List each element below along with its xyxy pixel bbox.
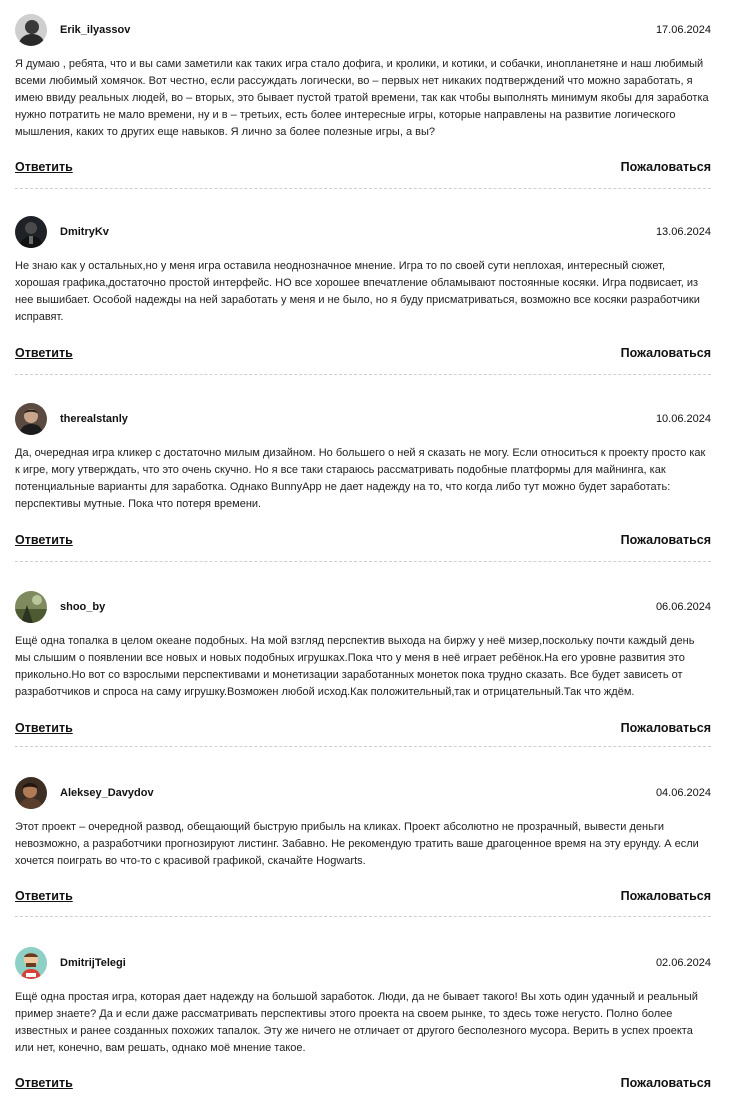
comment-text: Да, очередная игра кликер с достаточно м… (15, 447, 706, 510)
comment-header: Aleksey_Davydov 04.06.2024 (15, 777, 711, 809)
reply-button[interactable]: Ответить (15, 346, 73, 360)
comments-list: Erik_ilyassov 17.06.2024 Я думаю , ребят… (0, 0, 734, 1102)
comment-date: 04.06.2024 (655, 787, 711, 799)
comment-header: therealstanly 10.06.2024 (15, 403, 711, 435)
report-button[interactable]: Пожаловаться (621, 889, 711, 903)
divider (15, 746, 711, 747)
reply-button[interactable]: Ответить (15, 721, 73, 735)
comment-author[interactable]: Erik_ilyassov (60, 24, 130, 37)
divider (15, 188, 711, 189)
comment-text: Я думаю , ребята, что и вы сами заметили… (15, 58, 709, 138)
comment-actions: Ответить Пожаловаться (15, 721, 711, 737)
report-button[interactable]: Пожаловаться (621, 346, 711, 360)
comment-date: 06.06.2024 (655, 601, 711, 613)
comment: shoo_by 06.06.2024 Ещё одна топалка в це… (15, 591, 711, 766)
comment: Aleksey_Davydov 04.06.2024 Этот проект –… (15, 777, 711, 917)
divider (15, 374, 711, 375)
reply-button[interactable]: Ответить (15, 160, 73, 174)
reply-button[interactable]: Ответить (15, 1076, 73, 1090)
report-button[interactable]: Пожаловаться (621, 160, 711, 174)
avatar[interactable] (15, 216, 47, 248)
comment-actions: Ответить Пожаловаться (15, 1076, 711, 1092)
comment-author[interactable]: DmitrijTelegi (60, 957, 126, 970)
comment-date: 10.06.2024 (655, 413, 711, 425)
reply-button[interactable]: Ответить (15, 533, 73, 547)
avatar[interactable] (15, 777, 47, 809)
comment-text: Не знаю как у остальных,но у меня игра о… (15, 260, 700, 323)
comment-actions: Ответить Пожаловаться (15, 160, 711, 176)
comment-author[interactable]: Aleksey_Davydov (60, 787, 154, 800)
reply-button[interactable]: Ответить (15, 889, 73, 903)
comment: therealstanly 10.06.2024 Да, очередная и… (15, 403, 711, 578)
comment-author[interactable]: therealstanly (60, 413, 128, 426)
divider (15, 916, 711, 917)
comment: Erik_ilyassov 17.06.2024 Я думаю , ребят… (15, 14, 711, 189)
comment-text: Ещё одна простая игра, которая дает наде… (15, 991, 698, 1054)
divider (15, 561, 711, 562)
report-button[interactable]: Пожаловаться (621, 1076, 711, 1090)
comment-actions: Ответить Пожаловаться (15, 346, 711, 362)
avatar[interactable] (15, 403, 47, 435)
report-button[interactable]: Пожаловаться (621, 721, 711, 735)
comment-date: 13.06.2024 (655, 226, 711, 238)
comment-header: DmitrijTelegi 02.06.2024 (15, 947, 711, 979)
comment-text: Этот проект – очередной развод, обещающи… (15, 821, 699, 867)
comment-author[interactable]: shoo_by (60, 601, 105, 614)
avatar[interactable] (15, 947, 47, 979)
comment-actions: Ответить Пожаловаться (15, 533, 711, 549)
comment: DmitryKv 13.06.2024 Не знаю как у осталь… (15, 216, 711, 376)
report-button[interactable]: Пожаловаться (621, 533, 711, 547)
comment-actions: Ответить Пожаловаться (15, 889, 711, 905)
comment-date: 02.06.2024 (655, 957, 711, 969)
comment-text: Ещё одна топалка в целом океане подобных… (15, 635, 695, 698)
comment-date: 17.06.2024 (655, 24, 711, 36)
comment-header: DmitryKv 13.06.2024 (15, 216, 711, 248)
avatar[interactable] (15, 591, 47, 623)
comment-author[interactable]: DmitryKv (60, 226, 109, 239)
avatar[interactable] (15, 14, 47, 46)
comment: DmitrijTelegi 02.06.2024 Ещё одна проста… (15, 947, 711, 1097)
comment-header: Erik_ilyassov 17.06.2024 (15, 14, 711, 46)
comment-header: shoo_by 06.06.2024 (15, 591, 711, 623)
